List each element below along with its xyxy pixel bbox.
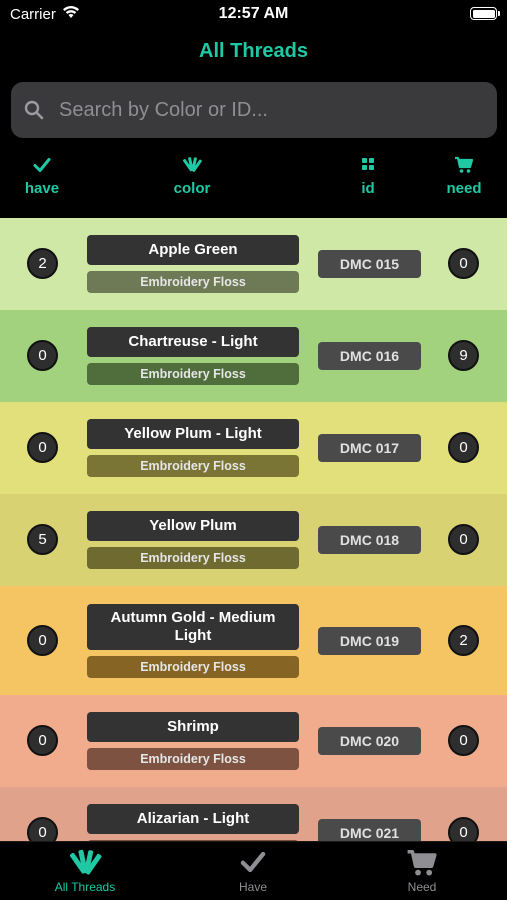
checkmark-icon	[12, 156, 72, 178]
checkmark-icon	[193, 848, 313, 880]
thread-type-badge: Embroidery Floss	[87, 455, 299, 477]
search-icon	[23, 99, 45, 126]
tab-bar: All Threads Have Need	[0, 841, 507, 900]
need-count[interactable]: 2	[448, 625, 479, 656]
thread-id-badge: DMC 020	[318, 727, 421, 755]
have-count[interactable]: 5	[27, 524, 58, 555]
page-title: All Threads	[199, 40, 308, 62]
thread-id-badge: DMC 021	[318, 819, 421, 841]
thread-row[interactable]: 2 Apple Green Embroidery Floss DMC 015 0	[0, 218, 507, 310]
column-header-have[interactable]: have	[12, 156, 72, 197]
have-count[interactable]: 0	[27, 432, 58, 463]
search-input[interactable]	[59, 82, 479, 138]
tab-label: Need	[407, 880, 437, 894]
cart-icon	[434, 156, 494, 178]
need-count[interactable]: 0	[448, 817, 479, 841]
thread-id-badge: DMC 016	[318, 342, 421, 370]
clock: 12:57 AM	[218, 5, 289, 22]
column-header-label: have	[24, 180, 60, 197]
tab-label: Have	[238, 880, 267, 894]
thread-name: Alizarian - Light	[87, 804, 299, 834]
tab-have[interactable]: Have	[193, 848, 313, 894]
thread-type-badge: Embroidery Floss	[87, 547, 299, 569]
column-headers: have color id need	[0, 156, 507, 206]
thread-row[interactable]: 0 Chartreuse - Light Embroidery Floss DMC 0…	[0, 310, 507, 402]
need-count[interactable]: 9	[448, 340, 479, 371]
column-header-label: id	[361, 180, 375, 197]
have-count[interactable]: 0	[27, 625, 58, 656]
grid-icon	[338, 156, 398, 178]
thread-row[interactable]: 5 Yellow Plum Embroidery Floss DMC 018 0	[0, 494, 507, 586]
search-bar[interactable]	[11, 82, 497, 138]
column-header-color[interactable]: color	[162, 156, 222, 197]
thread-list[interactable]: 2 Apple Green Embroidery Floss DMC 015 0 0 Cha…	[0, 218, 507, 841]
thread-id-badge: DMC 019	[318, 627, 421, 655]
have-count[interactable]: 0	[27, 340, 58, 371]
thread-type-badge: Embroidery Floss	[87, 363, 299, 385]
have-count[interactable]: 0	[27, 817, 58, 841]
fan-icon	[25, 848, 145, 880]
column-header-label: need	[446, 180, 482, 197]
thread-id-badge: DMC 018	[318, 526, 421, 554]
thread-type-badge: Embroidery Floss	[87, 656, 299, 678]
column-header-need[interactable]: need	[434, 156, 494, 197]
battery-icon	[470, 7, 500, 20]
need-count[interactable]: 0	[448, 524, 479, 555]
need-count[interactable]: 0	[448, 725, 479, 756]
thread-name: Yellow Plum - Light	[87, 419, 299, 449]
thread-row[interactable]: 0 Shrimp Embroidery Floss DMC 020 0	[0, 695, 507, 787]
thread-name: Autumn Gold - Medium Light	[87, 604, 299, 650]
need-count[interactable]: 0	[448, 248, 479, 279]
have-count[interactable]: 0	[27, 725, 58, 756]
tab-need[interactable]: Need	[362, 848, 482, 894]
thread-name: Yellow Plum	[87, 511, 299, 541]
thread-name: Chartreuse - Light	[87, 327, 299, 357]
thread-name: Apple Green	[87, 235, 299, 265]
thread-row[interactable]: 0 Autumn Gold - Medium Light Embroidery Fl…	[0, 586, 507, 695]
have-count[interactable]: 2	[27, 248, 58, 279]
column-header-id[interactable]: id	[338, 156, 398, 197]
thread-type-badge: Embroidery Floss	[87, 748, 299, 770]
cart-icon	[362, 848, 482, 880]
thread-type-badge: Embroidery Floss	[87, 271, 299, 293]
tab-all-threads[interactable]: All Threads	[25, 848, 145, 894]
thread-row[interactable]: 0 Yellow Plum - Light Embroidery Floss DMC …	[0, 402, 507, 494]
status-bar: Carrier 12:57 AM	[0, 0, 507, 30]
column-header-label: color	[173, 180, 211, 197]
fan-icon	[162, 156, 222, 178]
thread-id-badge: DMC 015	[318, 250, 421, 278]
thread-row[interactable]: 0Alizarian - LightEmbroidery FlossDMC 02…	[0, 787, 507, 841]
thread-name: Shrimp	[87, 712, 299, 742]
need-count[interactable]: 0	[448, 432, 479, 463]
thread-id-badge: DMC 017	[318, 434, 421, 462]
tab-label: All Threads	[54, 880, 116, 894]
